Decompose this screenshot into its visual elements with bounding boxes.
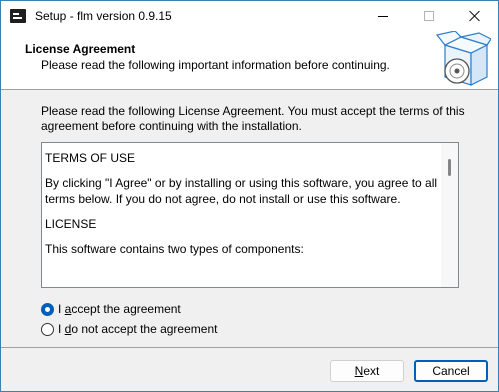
decline-option[interactable]: I do not accept the agreement bbox=[41, 322, 217, 336]
minimize-icon bbox=[378, 15, 388, 17]
page-title: License Agreement bbox=[25, 42, 136, 56]
close-button[interactable] bbox=[452, 1, 498, 31]
accept-option[interactable]: I accept the agreement bbox=[41, 302, 181, 316]
accept-radio[interactable] bbox=[41, 302, 54, 316]
minimize-button[interactable] bbox=[360, 1, 406, 31]
license-text-area[interactable]: TERMS OF USE By clicking "I Agree" or by… bbox=[41, 142, 459, 288]
license-content: TERMS OF USE By clicking "I Agree" or by… bbox=[45, 150, 440, 266]
setup-window: Setup - flm version 0.9.15 License Agree… bbox=[0, 0, 499, 392]
next-button[interactable]: Next bbox=[330, 360, 404, 382]
accept-label: I accept the agreement bbox=[58, 302, 181, 316]
package-box-disc-icon bbox=[435, 31, 491, 86]
scrollbar-thumb[interactable] bbox=[448, 159, 451, 176]
decline-label: I do not accept the agreement bbox=[58, 322, 217, 336]
license-paragraph: This software contains two types of comp… bbox=[45, 242, 304, 256]
next-accesskey: N bbox=[354, 364, 364, 378]
title-bar[interactable]: Setup - flm version 0.9.15 bbox=[1, 1, 498, 31]
decline-label-rest: o not accept the agreement bbox=[71, 322, 218, 336]
license-paragraph: By clicking "I Agree" or by installing o… bbox=[45, 176, 438, 206]
accept-label-rest: ccept the agreement bbox=[71, 302, 181, 316]
accept-label-prefix: I bbox=[58, 302, 65, 316]
cancel-button[interactable]: Cancel bbox=[414, 360, 488, 382]
license-intro-text: Please read the following License Agreem… bbox=[41, 104, 465, 133]
footer-divider bbox=[1, 347, 498, 348]
license-heading-license: LICENSE bbox=[45, 217, 97, 231]
next-label-rest: ext bbox=[363, 364, 380, 378]
license-scrollbar[interactable] bbox=[441, 143, 458, 287]
maximize-icon bbox=[424, 11, 434, 21]
installer-icon bbox=[10, 9, 26, 23]
window-title: Setup - flm version 0.9.15 bbox=[35, 9, 172, 23]
page-subtitle: Please read the following important info… bbox=[41, 58, 390, 72]
close-icon bbox=[469, 10, 481, 22]
maximize-button bbox=[406, 1, 452, 31]
license-heading-terms: TERMS OF USE bbox=[45, 151, 136, 165]
decline-radio[interactable] bbox=[41, 322, 54, 336]
decline-label-prefix: I bbox=[58, 322, 65, 336]
wizard-header: License Agreement Please read the follow… bbox=[1, 31, 498, 90]
